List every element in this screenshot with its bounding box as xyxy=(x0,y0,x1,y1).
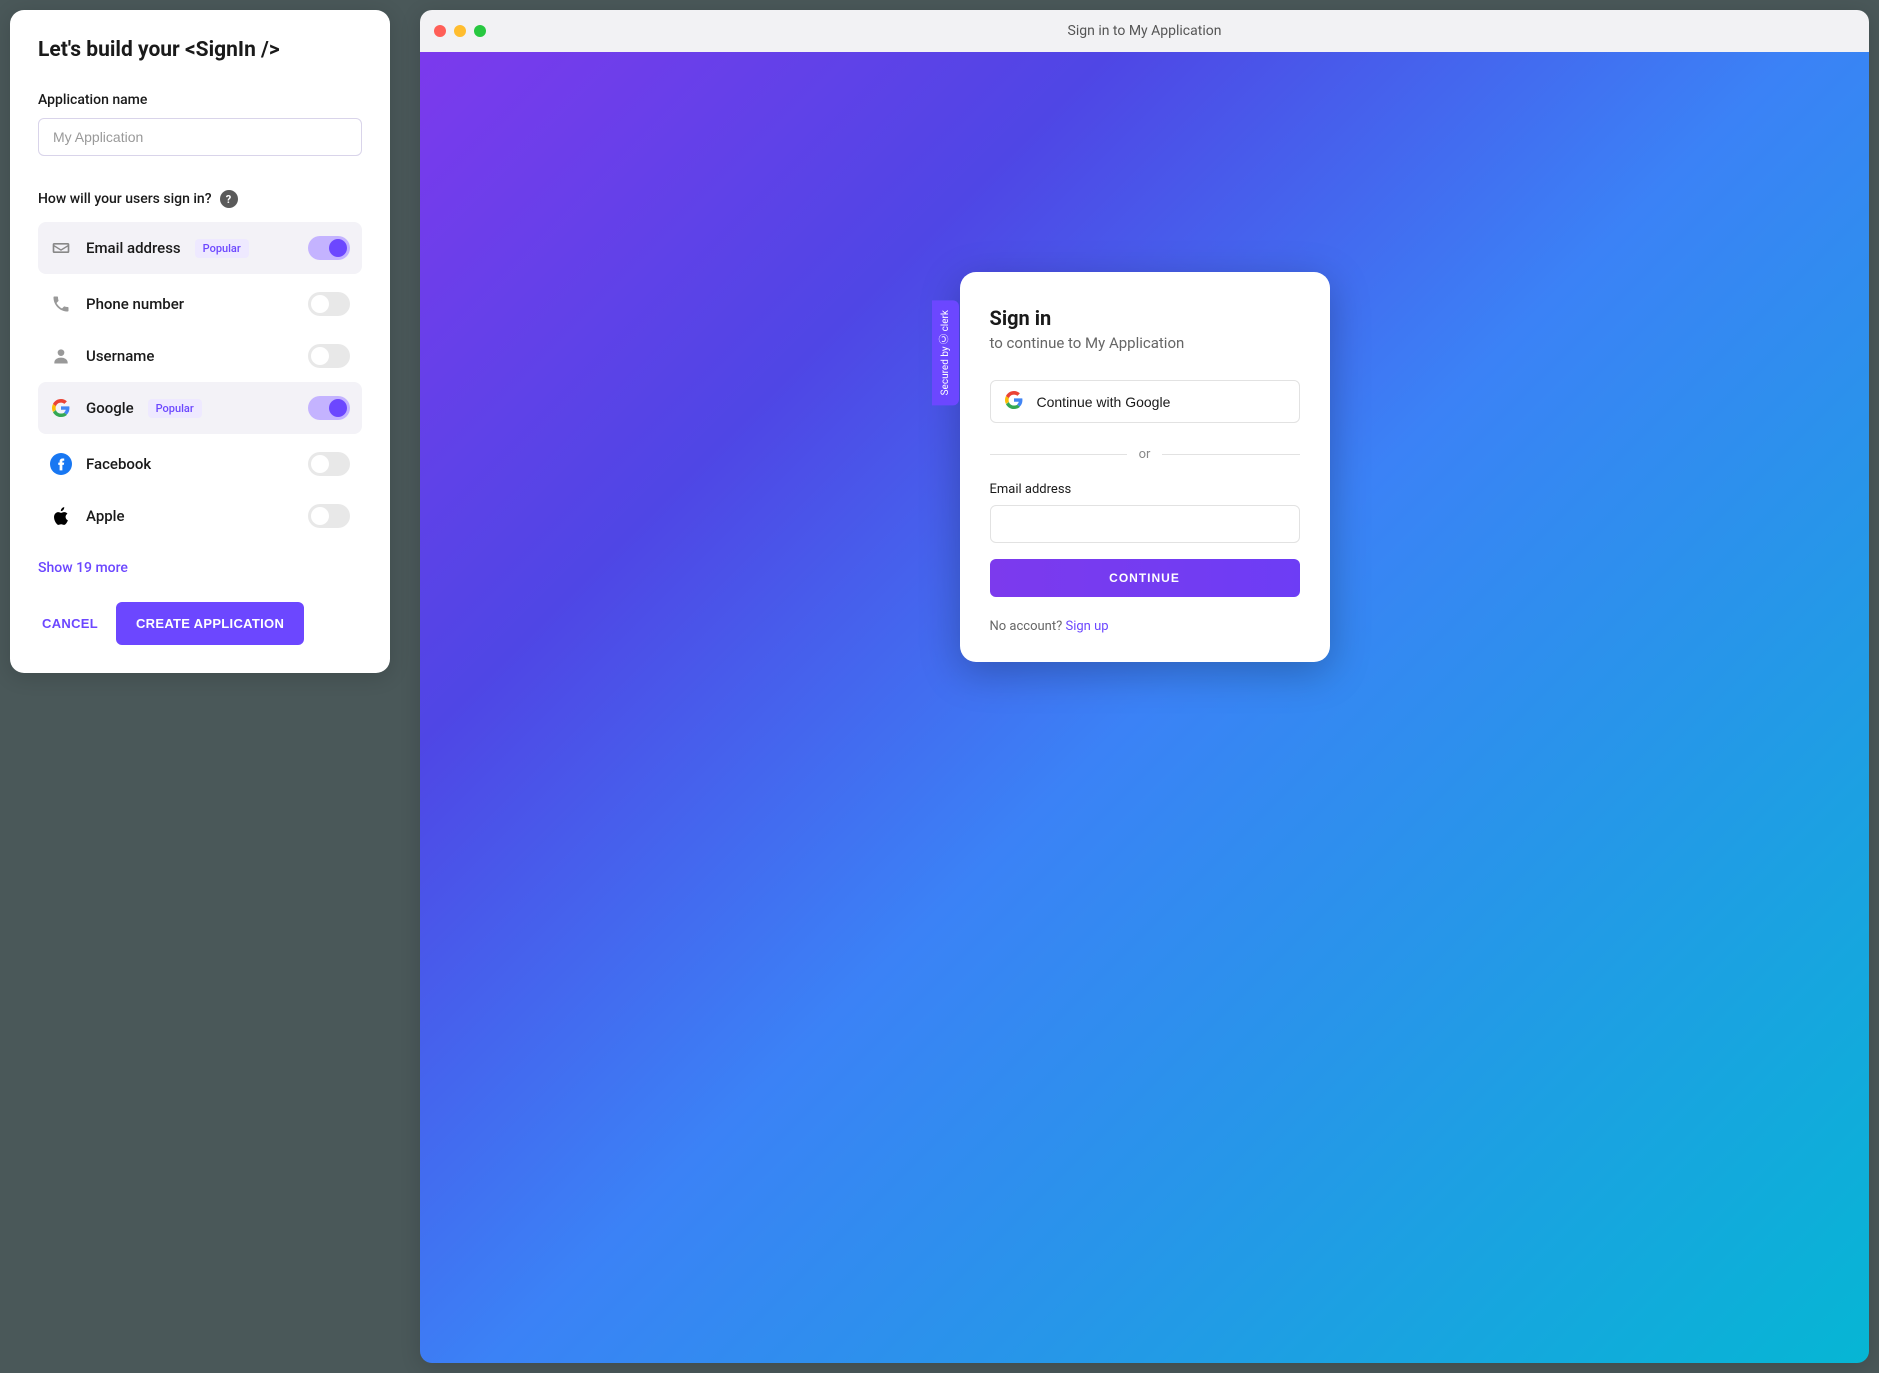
popular-badge: Popular xyxy=(195,239,249,258)
toggle-apple[interactable] xyxy=(308,504,350,528)
google-button-label: Continue with Google xyxy=(1037,394,1171,410)
cancel-button[interactable]: CANCEL xyxy=(38,604,102,643)
user-icon xyxy=(50,345,72,367)
builder-panel: Let's build your <SignIn /> Application … xyxy=(10,10,390,673)
divider: or xyxy=(990,447,1300,462)
window-title: Sign in to My Application xyxy=(420,23,1869,39)
preview-window: Sign in to My Application Secured by Ⓒ c… xyxy=(420,10,1869,1363)
traffic-lights xyxy=(434,25,486,37)
provider-label: Email address xyxy=(86,239,181,257)
email-field-label: Email address xyxy=(990,482,1300,497)
signin-wrapper: Secured by Ⓒ clerk Sign in to continue t… xyxy=(960,272,1330,662)
popular-badge: Popular xyxy=(148,399,202,418)
email-icon xyxy=(50,237,72,259)
maximize-window-icon[interactable] xyxy=(474,25,486,37)
continue-with-google-button[interactable]: Continue with Google xyxy=(990,380,1300,423)
close-window-icon[interactable] xyxy=(434,25,446,37)
signup-line: No account? Sign up xyxy=(990,619,1300,634)
provider-label: Facebook xyxy=(86,455,151,473)
provider-label: Phone number xyxy=(86,295,184,313)
google-icon xyxy=(50,397,72,419)
signin-subtitle: to continue to My Application xyxy=(990,334,1300,352)
show-more-link[interactable]: Show 19 more xyxy=(38,560,362,576)
signin-card: Sign in to continue to My Application Co… xyxy=(960,272,1330,662)
toggle-phone[interactable] xyxy=(308,292,350,316)
provider-row-google: Google Popular xyxy=(38,382,362,434)
minimize-window-icon[interactable] xyxy=(454,25,466,37)
provider-row-facebook: Facebook xyxy=(38,438,362,490)
signup-link[interactable]: Sign up xyxy=(1065,619,1108,634)
app-name-input[interactable] xyxy=(38,118,362,156)
facebook-icon xyxy=(50,453,72,475)
provider-label: Username xyxy=(86,347,154,365)
provider-row-email: Email address Popular xyxy=(38,222,362,274)
google-icon xyxy=(1005,391,1023,412)
sign-in-methods-label: How will your users sign in? ? xyxy=(38,190,362,208)
continue-button[interactable]: CONTINUE xyxy=(990,559,1300,597)
toggle-username[interactable] xyxy=(308,344,350,368)
signin-title: Sign in xyxy=(990,306,1300,330)
divider-text: or xyxy=(1139,447,1151,462)
provider-row-phone: Phone number xyxy=(38,278,362,330)
create-application-button[interactable]: CREATE APPLICATION xyxy=(116,602,304,645)
provider-label: Apple xyxy=(86,507,125,525)
panel-title: Let's build your <SignIn /> xyxy=(38,38,362,62)
apple-icon xyxy=(50,505,72,527)
provider-row-apple: Apple xyxy=(38,490,362,542)
provider-label: Google xyxy=(86,399,134,417)
toggle-facebook[interactable] xyxy=(308,452,350,476)
no-account-text: No account? xyxy=(990,619,1066,634)
provider-row-username: Username xyxy=(38,330,362,382)
secured-by-tab: Secured by Ⓒ clerk xyxy=(932,300,959,405)
toggle-email[interactable] xyxy=(308,236,350,260)
toggle-google[interactable] xyxy=(308,396,350,420)
phone-icon xyxy=(50,293,72,315)
help-icon[interactable]: ? xyxy=(220,190,238,208)
app-name-label: Application name xyxy=(38,92,362,108)
preview-body: Secured by Ⓒ clerk Sign in to continue t… xyxy=(420,52,1869,1363)
panel-actions: CANCEL CREATE APPLICATION xyxy=(38,602,362,645)
window-titlebar: Sign in to My Application xyxy=(420,10,1869,52)
sign-in-methods-text: How will your users sign in? xyxy=(38,191,212,207)
email-input[interactable] xyxy=(990,505,1300,543)
